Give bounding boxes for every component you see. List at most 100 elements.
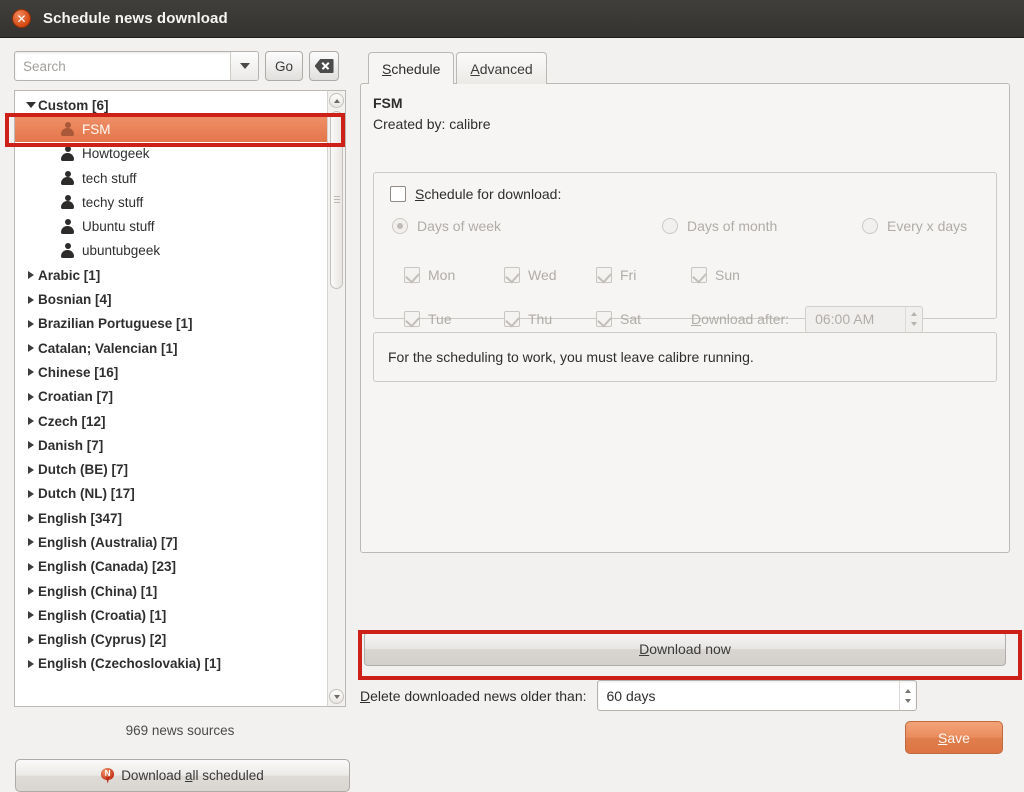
search-go-button[interactable]: Go bbox=[265, 51, 304, 81]
download-after-value[interactable]: 06:00 AM bbox=[806, 307, 905, 332]
tab-schedule[interactable]: Schedule bbox=[368, 52, 455, 85]
chevron-right-icon[interactable] bbox=[23, 587, 38, 596]
tree-group-row[interactable]: English (Croatia) [1] bbox=[15, 603, 327, 627]
delete-older-spin-buttons[interactable] bbox=[898, 681, 916, 710]
schedule-mode-radiogroup[interactable]: Days of week Days of month Every x days bbox=[392, 218, 992, 234]
tree-group-row[interactable]: Arabic [1] bbox=[15, 263, 327, 287]
weekday-row-top: Mon Wed Fri Sun bbox=[404, 261, 923, 289]
radio-days-of-week-indicator[interactable] bbox=[392, 218, 408, 234]
chevron-right-icon[interactable] bbox=[23, 295, 38, 304]
checkbox-wed-box[interactable] bbox=[504, 267, 520, 283]
tree-group-row[interactable]: Dutch (NL) [17] bbox=[15, 482, 327, 506]
chevron-right-icon[interactable] bbox=[23, 392, 38, 401]
checkbox-fri[interactable]: Fri bbox=[596, 267, 691, 283]
tree-group-row[interactable]: Brazilian Portuguese [1] bbox=[15, 312, 327, 336]
chevron-right-icon[interactable] bbox=[23, 514, 38, 523]
scroll-down-icon[interactable] bbox=[329, 689, 344, 704]
scrollbar-thumb[interactable] bbox=[330, 111, 343, 289]
search-combobox[interactable] bbox=[14, 51, 259, 81]
download-now-button[interactable]: Download now bbox=[364, 632, 1006, 666]
checkbox-tue-box[interactable] bbox=[404, 311, 420, 327]
tree-group-row[interactable]: English [347] bbox=[15, 506, 327, 530]
tree-group-row[interactable]: Chinese [16] bbox=[15, 360, 327, 384]
checkbox-wed[interactable]: Wed bbox=[504, 267, 596, 283]
spin-up-icon[interactable] bbox=[911, 312, 918, 316]
tree-item-label: Croatian [7] bbox=[38, 389, 114, 405]
spin-down-icon[interactable] bbox=[904, 698, 911, 703]
tree-group-row[interactable]: Croatian [7] bbox=[15, 385, 327, 409]
checkbox-sat-label: Sat bbox=[620, 311, 642, 327]
checkbox-mon[interactable]: Mon bbox=[404, 267, 504, 283]
tree-item-label: tech stuff bbox=[82, 170, 137, 186]
tree-item-label: Arabic [1] bbox=[38, 267, 101, 283]
tree-item-row[interactable]: Ubuntu stuff bbox=[15, 214, 327, 238]
checkbox-sat-box[interactable] bbox=[596, 311, 612, 327]
spin-up-icon[interactable] bbox=[904, 688, 911, 693]
radio-days-of-month[interactable]: Days of month bbox=[662, 218, 862, 234]
tree-item-label: Chinese [16] bbox=[38, 364, 119, 380]
checkbox-thu[interactable]: Thu bbox=[504, 311, 596, 327]
delete-older-spinbox[interactable]: 60 days bbox=[596, 680, 917, 711]
checkbox-tue[interactable]: Tue bbox=[404, 311, 504, 327]
tree-group-row[interactable]: English (Czechoslovakia) [1] bbox=[15, 652, 327, 676]
scroll-up-icon[interactable] bbox=[329, 93, 344, 108]
chevron-right-icon[interactable] bbox=[23, 489, 38, 498]
tree-group-row[interactable]: Custom [6] bbox=[15, 93, 327, 117]
radio-every-x-days[interactable]: Every x days bbox=[862, 218, 967, 234]
tree-item-row[interactable]: ubuntubgeek bbox=[15, 239, 327, 263]
checkbox-mon-box[interactable] bbox=[404, 267, 420, 283]
tree-item-row[interactable]: tech stuff bbox=[15, 166, 327, 190]
checkbox-fri-box[interactable] bbox=[596, 267, 612, 283]
search-input[interactable] bbox=[15, 52, 230, 80]
download-after-spinbox[interactable]: 06:00 AM bbox=[805, 305, 924, 333]
radio-days-of-week[interactable]: Days of week bbox=[392, 218, 662, 234]
tree-group-row[interactable]: Czech [12] bbox=[15, 409, 327, 433]
schedule-for-download-checkbox[interactable] bbox=[390, 186, 406, 202]
tree-item-row[interactable]: Howtogeek bbox=[15, 142, 327, 166]
chevron-right-icon[interactable] bbox=[23, 368, 38, 377]
tab-advanced[interactable]: Advanced bbox=[456, 52, 547, 84]
schedule-for-download-row[interactable]: Schedule for download: bbox=[390, 186, 561, 202]
chevron-right-icon[interactable] bbox=[23, 635, 38, 644]
tree-group-row[interactable]: English (Cyprus) [2] bbox=[15, 628, 327, 652]
chevron-right-icon[interactable] bbox=[23, 538, 38, 547]
tree-item-row[interactable]: FSM bbox=[15, 117, 327, 142]
checkbox-thu-box[interactable] bbox=[504, 311, 520, 327]
checkbox-sun[interactable]: Sun bbox=[691, 267, 740, 283]
radio-every-x-days-indicator[interactable] bbox=[862, 218, 878, 234]
chevron-right-icon[interactable] bbox=[23, 271, 38, 280]
close-icon[interactable]: ✕ bbox=[12, 9, 31, 28]
chevron-down-icon[interactable] bbox=[230, 52, 258, 80]
tree-group-row[interactable]: English (Canada) [23] bbox=[15, 555, 327, 579]
news-sources-tree[interactable]: Custom [6] FSM Howtogeek tech stuff techy st… bbox=[14, 90, 346, 707]
tree-group-row[interactable]: Catalan; Valencian [1] bbox=[15, 336, 327, 360]
chevron-right-icon[interactable] bbox=[23, 611, 38, 620]
tree-group-row[interactable]: Dutch (BE) [7] bbox=[15, 457, 327, 481]
checkbox-sat[interactable]: Sat bbox=[596, 311, 691, 327]
tree-group-row[interactable]: Bosnian [4] bbox=[15, 287, 327, 311]
person-icon bbox=[61, 243, 74, 258]
chevron-right-icon[interactable] bbox=[23, 344, 38, 353]
chevron-right-icon[interactable] bbox=[23, 319, 38, 328]
delete-older-value[interactable]: 60 days bbox=[598, 681, 899, 710]
chevron-right-icon[interactable] bbox=[23, 417, 38, 425]
download-all-scheduled-button[interactable]: N Download all scheduled bbox=[15, 759, 350, 792]
tree-item-label: Danish [7] bbox=[38, 437, 104, 453]
radio-days-of-month-indicator[interactable] bbox=[662, 218, 678, 234]
save-button[interactable]: Save bbox=[905, 721, 1003, 754]
tree-item-row[interactable]: techy stuff bbox=[15, 190, 327, 214]
chevron-right-icon[interactable] bbox=[23, 659, 38, 668]
chevron-down-icon[interactable] bbox=[23, 102, 38, 109]
download-after-spin-buttons[interactable] bbox=[905, 306, 922, 332]
tree-group-row[interactable]: Danish [7] bbox=[15, 433, 327, 457]
chevron-right-icon[interactable] bbox=[23, 441, 38, 450]
tree-scrollbar[interactable] bbox=[327, 90, 346, 707]
checkbox-sun-box[interactable] bbox=[691, 267, 707, 283]
tree-item-label: Catalan; Valencian [1] bbox=[38, 340, 178, 356]
chevron-right-icon[interactable] bbox=[23, 562, 38, 571]
chevron-right-icon[interactable] bbox=[23, 465, 38, 474]
tree-group-row[interactable]: English (Australia) [7] bbox=[15, 530, 327, 554]
clear-search-icon[interactable] bbox=[309, 51, 340, 81]
spin-down-icon[interactable] bbox=[911, 322, 918, 326]
tree-group-row[interactable]: English (China) [1] bbox=[15, 579, 327, 603]
